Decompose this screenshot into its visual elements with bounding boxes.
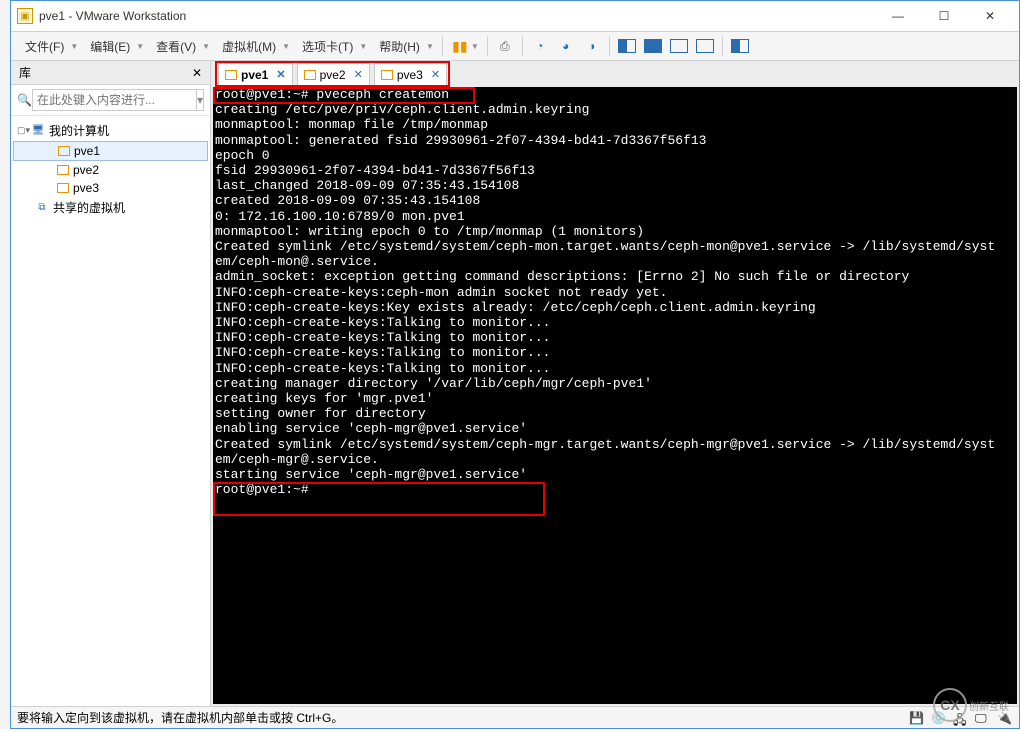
tree-item-pve1[interactable]: pve1 bbox=[13, 141, 208, 161]
window-controls: — ☐ ✕ bbox=[875, 2, 1013, 30]
tab-pve1[interactable]: pve1 ✕ bbox=[218, 63, 293, 85]
tree-item-pve2[interactable]: pve2 bbox=[13, 161, 208, 179]
app-window: { "titlebar": { "title": "pve1 - VMware … bbox=[10, 0, 1020, 729]
minimize-button[interactable]: — bbox=[875, 2, 921, 30]
library-tree: ▢▾ 🖥 我的计算机 pve1 pve2 pve3 ⧉ bbox=[11, 116, 210, 706]
vm-icon bbox=[58, 146, 70, 156]
tray-hdd-icon[interactable]: 💾 bbox=[909, 711, 925, 725]
tree-root-label: 我的计算机 bbox=[49, 122, 109, 139]
tab-close-icon[interactable]: ✕ bbox=[431, 68, 440, 81]
tray-display-icon[interactable]: 🖵 bbox=[975, 711, 991, 725]
menu-file[interactable]: 文件(F) bbox=[17, 34, 72, 59]
snapshot-icon[interactable]: ◔ bbox=[529, 35, 551, 57]
view-split-icon[interactable] bbox=[616, 35, 638, 57]
menu-help[interactable]: 帮助(H) bbox=[371, 34, 428, 59]
tree-item-label: pve3 bbox=[73, 181, 99, 195]
tab-pve3[interactable]: pve3 ✕ bbox=[374, 63, 447, 85]
sidebar-title: 库 bbox=[19, 64, 31, 81]
vm-tabs: pve1 ✕ pve2 ✕ pve3 ✕ bbox=[211, 61, 1019, 87]
sidebar-close-icon[interactable]: ✕ bbox=[192, 66, 202, 80]
tab-label: pve1 bbox=[241, 68, 268, 82]
tab-close-icon[interactable]: ✕ bbox=[276, 68, 285, 81]
close-button[interactable]: ✕ bbox=[967, 2, 1013, 30]
menu-vm[interactable]: 虚拟机(M) bbox=[214, 34, 284, 59]
sidebar-header: 库 ✕ bbox=[11, 61, 210, 85]
status-hint: 要将输入定向到该虚拟机，请在虚拟机内部单击或按 Ctrl+G。 bbox=[17, 709, 343, 726]
library-sidebar: 库 ✕ 🔍 ▾ ▢▾ 🖥 我的计算机 pve1 bbox=[11, 61, 211, 706]
tab-label: pve2 bbox=[320, 68, 346, 82]
tree-shared-label: 共享的虚拟机 bbox=[53, 199, 125, 216]
vm-icon bbox=[304, 70, 316, 80]
vm-icon bbox=[57, 183, 69, 193]
tree-root-my-computer[interactable]: ▢▾ 🖥 我的计算机 bbox=[13, 120, 208, 141]
main-area: pve1 ✕ pve2 ✕ pve3 ✕ root@p bbox=[211, 61, 1019, 706]
view-full-icon[interactable] bbox=[642, 35, 664, 57]
vm-icon bbox=[57, 165, 69, 175]
menu-view[interactable]: 查看(V) bbox=[148, 34, 204, 59]
maximize-button[interactable]: ☐ bbox=[921, 2, 967, 30]
twisty-expanded-icon[interactable]: ▢▾ bbox=[17, 125, 27, 136]
tree-item-pve3[interactable]: pve3 bbox=[13, 179, 208, 197]
menu-edit[interactable]: 编辑(E) bbox=[82, 34, 138, 59]
unity-icon[interactable] bbox=[694, 35, 716, 57]
snapshot-revert-icon[interactable]: ◕ bbox=[555, 35, 577, 57]
vm-console[interactable]: root@pve1:~# pveceph createmon creating … bbox=[213, 87, 1017, 704]
tree-shared-vms[interactable]: ⧉ 共享的虚拟机 bbox=[13, 197, 208, 218]
app-icon: ▣ bbox=[17, 8, 33, 24]
status-tray: 💾 💿 🖧 🖵 🔌 bbox=[909, 711, 1013, 725]
tray-usb-icon[interactable]: 🔌 bbox=[997, 711, 1013, 725]
tab-close-icon[interactable]: ✕ bbox=[354, 68, 363, 81]
tray-cd-icon[interactable]: 💿 bbox=[931, 711, 947, 725]
search-icon: 🔍 bbox=[17, 93, 32, 107]
menubar: 文件(F)▼ 编辑(E)▼ 查看(V)▼ 虚拟机(M)▼ 选项卡(T)▼ 帮助(… bbox=[11, 31, 1019, 61]
view-fit-icon[interactable] bbox=[668, 35, 690, 57]
search-row: 🔍 ▾ bbox=[11, 85, 210, 116]
tree-item-label: pve2 bbox=[73, 163, 99, 177]
tree-item-label: pve1 bbox=[74, 144, 100, 158]
console-output: root@pve1:~# pveceph createmon creating … bbox=[213, 87, 1017, 497]
host-icon: 🖥 bbox=[31, 124, 45, 138]
tab-label: pve3 bbox=[397, 68, 423, 82]
window-title: pve1 - VMware Workstation bbox=[39, 9, 875, 23]
send-cad-icon[interactable]: ⎙ bbox=[494, 35, 516, 57]
library-icon[interactable] bbox=[729, 35, 751, 57]
search-input[interactable] bbox=[32, 89, 197, 111]
statusbar: 要将输入定向到该虚拟机，请在虚拟机内部单击或按 Ctrl+G。 💾 💿 🖧 🖵 … bbox=[11, 706, 1019, 728]
titlebar: ▣ pve1 - VMware Workstation — ☐ ✕ bbox=[11, 1, 1019, 31]
vm-icon bbox=[381, 70, 393, 80]
menu-tabs[interactable]: 选项卡(T) bbox=[294, 34, 361, 59]
shared-icon: ⧉ bbox=[35, 201, 49, 215]
pause-icon[interactable]: ▮▮ bbox=[449, 35, 471, 57]
tabs-highlight-box: pve1 ✕ pve2 ✕ pve3 ✕ bbox=[215, 61, 450, 87]
search-dropdown-icon[interactable]: ▾ bbox=[197, 89, 204, 111]
tray-net-icon[interactable]: 🖧 bbox=[953, 711, 969, 725]
vm-icon bbox=[225, 70, 237, 80]
tab-pve2[interactable]: pve2 ✕ bbox=[297, 63, 370, 85]
snapshot-manager-icon[interactable]: ◑ bbox=[581, 35, 603, 57]
